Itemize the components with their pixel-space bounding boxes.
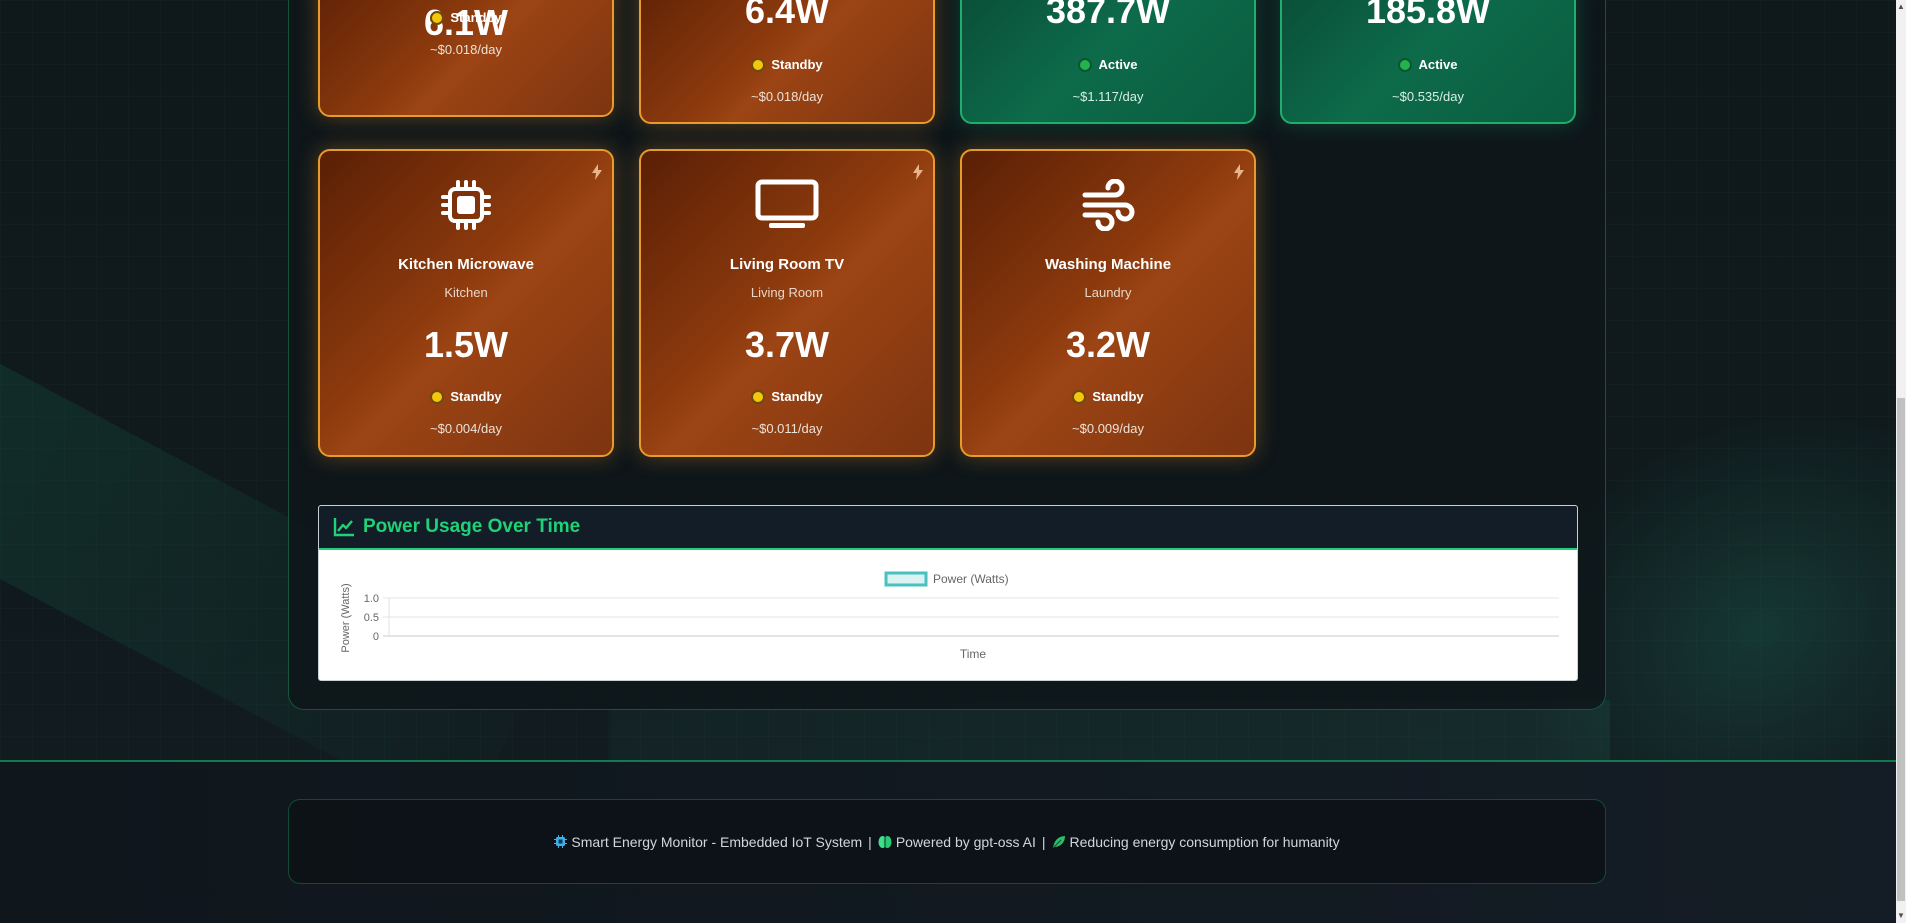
y-tick-label: 0 bbox=[373, 631, 379, 643]
device-card-washing-machine[interactable]: Washing Machine Laundry 3.2W Standby ~$0… bbox=[960, 149, 1256, 457]
device-card[interactable]: 6.4W Standby ~$0.018/day bbox=[639, 0, 935, 124]
device-cost: ~$0.009/day bbox=[1072, 421, 1144, 436]
bolt-icon bbox=[1234, 164, 1244, 180]
device-room: Laundry bbox=[1084, 285, 1132, 300]
device-card[interactable]: 6.1W Standby ~$0.018/day bbox=[318, 0, 614, 117]
device-name: Washing Machine bbox=[1044, 256, 1172, 273]
device-status: Active bbox=[962, 57, 1254, 72]
standby-indicator-icon bbox=[751, 57, 766, 72]
tv-icon bbox=[755, 179, 819, 228]
device-cost: ~$1.117/day bbox=[1072, 89, 1144, 104]
device-status: Standby bbox=[962, 389, 1254, 404]
device-status-label: Standby bbox=[450, 389, 502, 404]
device-name: Living Room TV bbox=[729, 256, 845, 273]
footer-credit: Smart Energy Monitor - Embedded IoT Syst… bbox=[554, 833, 1340, 850]
device-status: Standby bbox=[320, 10, 612, 25]
device-power: 185.8W bbox=[1365, 0, 1491, 31]
y-tick-label: 1.0 bbox=[364, 593, 379, 605]
device-status-label: Active bbox=[1418, 57, 1458, 72]
device-power: 387.7W bbox=[1045, 0, 1171, 31]
device-cost: ~$0.018/day bbox=[751, 89, 823, 104]
device-power: 6.4W bbox=[744, 0, 830, 31]
power-chart: Power (Watts) 1.0 0.5 0 Power (Watts) Time bbox=[340, 571, 1559, 661]
device-status-label: Standby bbox=[771, 57, 823, 72]
standby-indicator-icon bbox=[430, 389, 445, 404]
page-scrollbar[interactable]: ▲ ▼ bbox=[1896, 0, 1906, 923]
device-status-label: Standby bbox=[1092, 389, 1144, 404]
microchip-icon bbox=[441, 180, 491, 230]
footer-ai-text: Powered by gpt-oss AI bbox=[895, 833, 1036, 850]
microchip-icon bbox=[554, 835, 568, 848]
device-status-label: Standby bbox=[771, 389, 823, 404]
scrollbar-thumb[interactable] bbox=[1897, 398, 1905, 901]
device-power: 3.2W bbox=[1065, 324, 1151, 365]
device-status-label: Standby bbox=[450, 10, 502, 25]
brain-icon bbox=[878, 835, 892, 848]
device-card-kitchen-microwave[interactable]: Kitchen Microwave Kitchen 1.5W Standby ~… bbox=[318, 149, 614, 457]
standby-indicator-icon bbox=[430, 10, 445, 25]
device-card-living-room-tv[interactable]: Living Room TV Living Room 3.7W Standby … bbox=[639, 149, 935, 457]
device-status-label: Active bbox=[1098, 57, 1138, 72]
standby-indicator-icon bbox=[751, 389, 766, 404]
footer-divider bbox=[0, 760, 1896, 762]
standby-indicator-icon bbox=[1072, 389, 1087, 404]
y-axis-label: Power (Watts) bbox=[340, 583, 352, 652]
line-chart-icon bbox=[333, 518, 354, 537]
chart-title: Power Usage Over Time bbox=[363, 516, 581, 537]
device-power: 3.7W bbox=[744, 324, 830, 365]
bolt-icon bbox=[913, 164, 923, 180]
device-status: Standby bbox=[320, 389, 612, 404]
device-power: 1.5W bbox=[423, 324, 509, 365]
device-cost: ~$0.535/day bbox=[1392, 89, 1464, 104]
legend-label[interactable]: Power (Watts) bbox=[933, 572, 1009, 586]
x-axis-label: Time bbox=[960, 647, 987, 661]
scroll-down-icon[interactable]: ▼ bbox=[1896, 909, 1906, 923]
active-indicator-icon bbox=[1078, 57, 1093, 72]
device-status: Standby bbox=[641, 57, 933, 72]
leaf-icon bbox=[1052, 835, 1065, 848]
active-indicator-icon bbox=[1398, 57, 1413, 72]
chart-header: Power Usage Over Time bbox=[319, 506, 1577, 550]
device-card[interactable]: 185.8W Active ~$0.535/day bbox=[1280, 0, 1576, 124]
device-cost: ~$0.004/day bbox=[430, 421, 502, 436]
footer-separator: | bbox=[868, 833, 872, 850]
chart-area: Power (Watts) 1.0 0.5 0 Power (Watts) Time bbox=[319, 550, 1577, 680]
device-name: Kitchen Microwave bbox=[398, 256, 534, 273]
legend-swatch[interactable] bbox=[884, 571, 928, 587]
footer: Smart Energy Monitor - Embedded IoT Syst… bbox=[288, 799, 1606, 884]
device-card[interactable]: 387.7W Active ~$1.117/day bbox=[960, 0, 1256, 124]
power-usage-chart-panel: Power Usage Over Time Power (Watts) 1.0 0… bbox=[318, 505, 1578, 681]
device-room: Living Room bbox=[750, 285, 824, 300]
footer-mission-text: Reducing energy consumption for humanity bbox=[1069, 833, 1340, 850]
device-room: Kitchen bbox=[444, 285, 488, 300]
scroll-up-icon[interactable]: ▲ bbox=[1896, 0, 1906, 14]
bolt-icon bbox=[592, 164, 602, 180]
wind-icon bbox=[1082, 179, 1135, 231]
footer-system-text: Smart Energy Monitor - Embedded IoT Syst… bbox=[571, 833, 863, 850]
y-tick-label: 0.5 bbox=[364, 612, 379, 624]
device-cost: ~$0.011/day bbox=[751, 421, 823, 436]
device-status: Standby bbox=[641, 389, 933, 404]
device-status: Active bbox=[1282, 57, 1574, 72]
device-cost: ~$0.018/day bbox=[430, 42, 502, 57]
footer-separator: | bbox=[1041, 833, 1046, 850]
